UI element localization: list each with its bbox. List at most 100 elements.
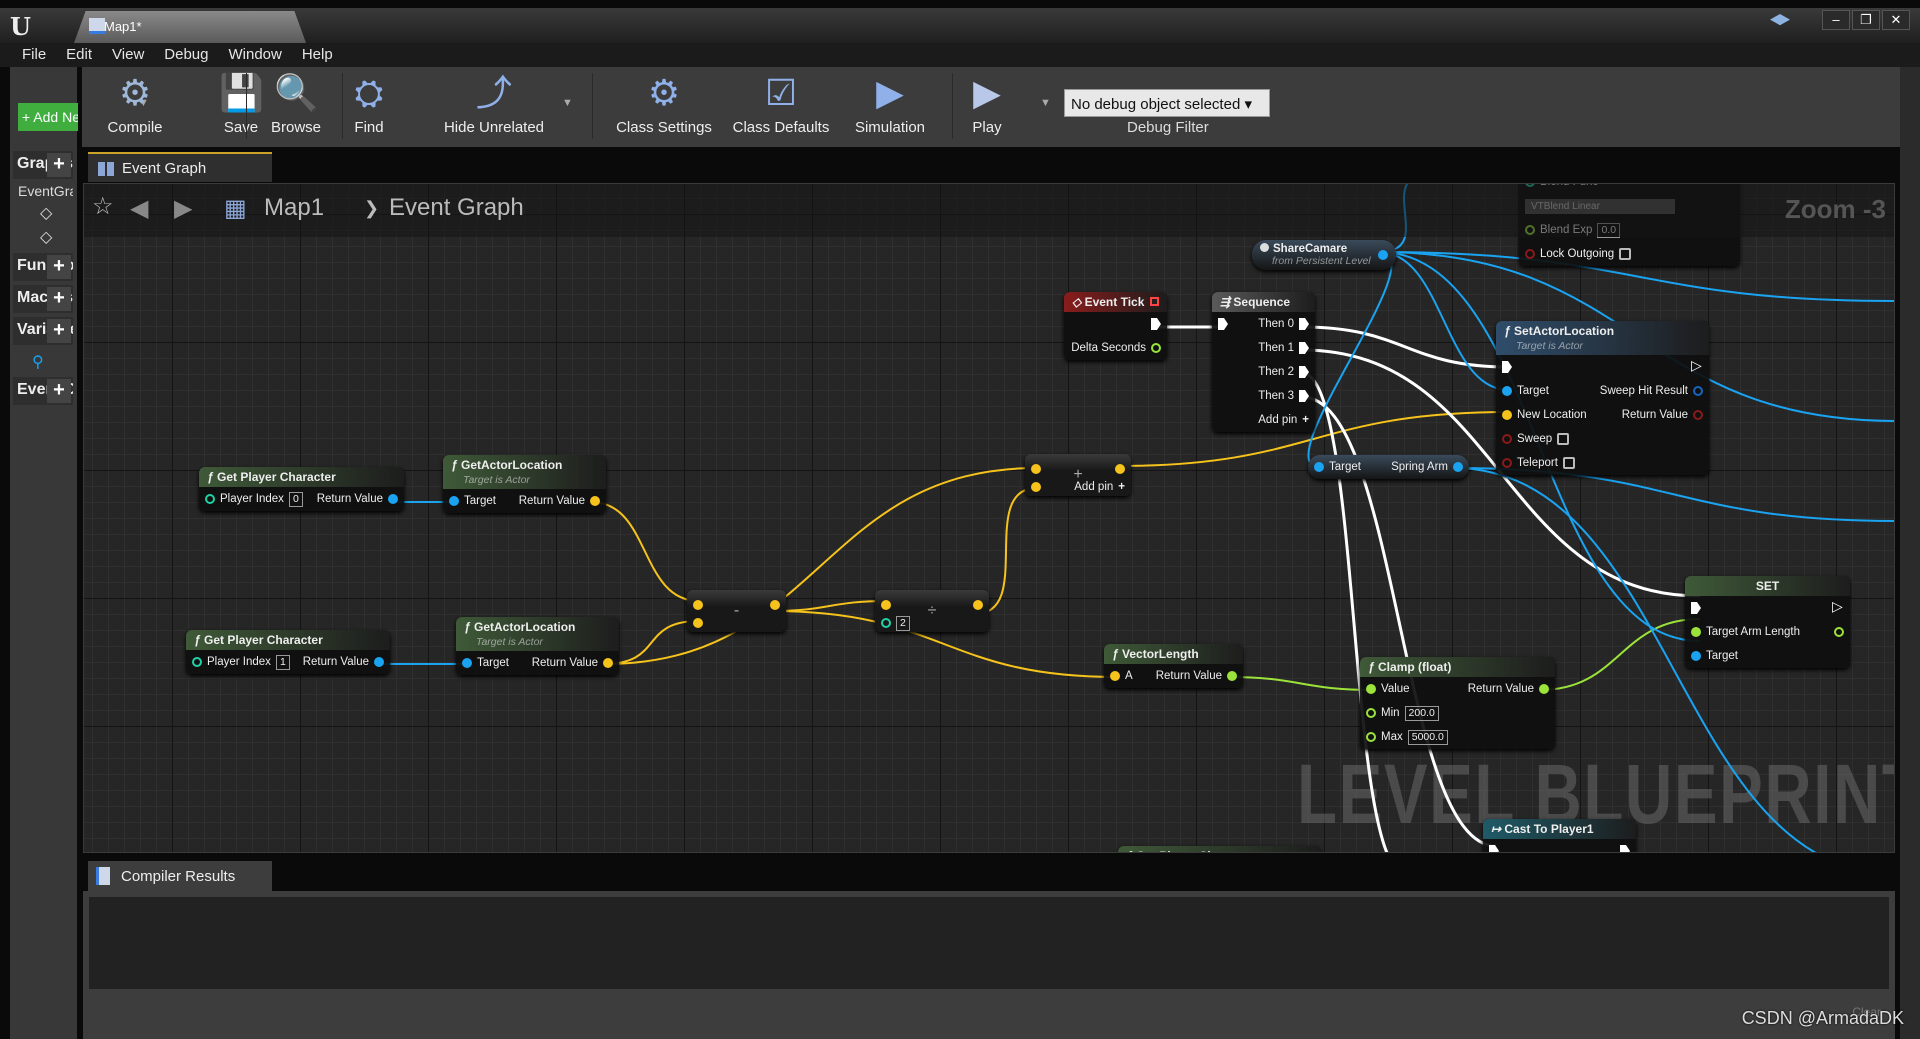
add-variable-icon[interactable]: + [47, 319, 71, 343]
float-pin[interactable] [1366, 684, 1376, 694]
object-pin[interactable] [1314, 462, 1324, 472]
section-variables[interactable]: Variables+ [13, 317, 73, 345]
clamp-float-node[interactable]: ƒ Clamp (float) Value Return Value Min 200.0… [1360, 657, 1555, 749]
hide-unrelated-button[interactable]: ⤴ Hide Unrelated [439, 71, 549, 136]
vector-wire[interactable] [590, 501, 700, 602]
object-pin[interactable] [1453, 462, 1463, 472]
math-divide-node[interactable]: ÷ 2 [875, 590, 989, 632]
math-add-node[interactable]: + Add pin + [1025, 454, 1131, 496]
node-node[interactable]: Target Spring Arm [1308, 455, 1469, 479]
breadcrumb-root[interactable]: Map1 [264, 194, 324, 222]
menu-help[interactable]: Help [292, 43, 343, 67]
object-wire[interactable] [1307, 251, 1393, 469]
section-event-dispatchers[interactable]: Event Dispatchers+ [13, 377, 73, 405]
exec-pin[interactable] [1502, 361, 1512, 373]
back-arrow-icon[interactable]: ◀ [130, 194, 148, 223]
menu-file[interactable]: File [12, 43, 56, 67]
exec-pin[interactable] [1691, 357, 1703, 374]
sequence-node[interactable]: ⇶ Sequence Then 0 Then 1 Then 2 Then 3 Add pi… [1212, 292, 1315, 432]
add-function-icon[interactable]: + [47, 255, 71, 279]
variable-icon[interactable]: ⚲ [32, 352, 44, 372]
float-wire[interactable] [1539, 618, 1701, 691]
getactorlocation-node[interactable]: ƒ GetActorLocation Target is Actor Target R… [456, 617, 619, 675]
exec-wire[interactable] [1301, 371, 1406, 853]
exec-pin[interactable] [1299, 342, 1309, 354]
checkbox[interactable] [1557, 433, 1570, 445]
event-diamond-icon[interactable]: ◇ [40, 227, 52, 247]
float-pin[interactable] [1539, 684, 1549, 694]
dropdown-caret[interactable]: ▼ [562, 97, 573, 109]
value-input[interactable]: 200.0 [1404, 705, 1439, 721]
object-pin[interactable] [449, 496, 459, 506]
forward-arrow-icon[interactable]: ▶ [174, 194, 192, 223]
exec-pin[interactable] [1620, 845, 1630, 852]
value-input[interactable]: 1 [275, 654, 290, 670]
vector-wire[interactable] [770, 600, 889, 612]
menu-debug[interactable]: Debug [154, 43, 218, 67]
add-new-button[interactable]: + Add New [18, 103, 78, 131]
object-pin[interactable] [374, 657, 384, 667]
compile-button[interactable]: ⚙ Compile [100, 71, 170, 136]
tab-event-graph[interactable]: Event Graph [88, 152, 272, 182]
debug-object-select[interactable]: No debug object selected ▾ [1064, 89, 1270, 117]
vector-pin[interactable] [1502, 410, 1512, 420]
favorite-star-icon[interactable]: ☆ [92, 192, 114, 221]
exec-pin[interactable] [1832, 598, 1844, 615]
bool-pin[interactable] [1502, 458, 1512, 468]
vector-pin[interactable] [590, 496, 600, 506]
event-tick-node[interactable]: ◇ Event Tick Delta Seconds [1064, 292, 1167, 360]
tab-compiler-results[interactable]: Compiler Results [88, 861, 272, 891]
exec-pin[interactable] [1218, 318, 1228, 330]
save-button[interactable]: 💾 Save [211, 71, 271, 136]
exec-pin[interactable] [1691, 602, 1701, 614]
section-functions[interactable]: Functions+ [13, 253, 73, 281]
tutorial-cap-icon[interactable] [1770, 14, 1790, 26]
section-macros[interactable]: Macros + [13, 285, 73, 313]
graph-canvas[interactable]: ☆ ◀ ▶ ▦ Map1 ❯ Event Graph Zoom -3 LEVEL… [83, 183, 1895, 853]
simulation-button[interactable]: ▶ Simulation [850, 71, 930, 136]
float-pin[interactable] [1834, 627, 1844, 637]
value-input[interactable]: 5000.0 [1407, 729, 1448, 745]
vectorlength-node[interactable]: ƒ VectorLength A Return Value [1104, 644, 1243, 688]
add-dispatcher-icon[interactable]: + [47, 379, 71, 403]
object-pin[interactable] [1502, 386, 1512, 396]
exec-pin[interactable] [1299, 318, 1309, 330]
event-delegate-icon[interactable] [1150, 297, 1159, 306]
object-pin[interactable] [1691, 651, 1701, 661]
add-pin-icon[interactable]: + [1302, 414, 1309, 426]
int-pin[interactable] [205, 494, 215, 504]
menu-view[interactable]: View [102, 43, 154, 67]
int-pin[interactable] [192, 657, 202, 667]
setactorlocation-node[interactable]: ƒ SetActorLocation Target is Actor Target S… [1496, 321, 1709, 475]
exec-pin[interactable] [1299, 366, 1309, 378]
object-pin[interactable] [388, 494, 398, 504]
exec-wire[interactable] [1301, 325, 1510, 369]
float-pin[interactable] [1151, 343, 1161, 353]
float-pin[interactable] [1366, 732, 1376, 742]
float-pin[interactable] [1227, 671, 1237, 681]
play-button[interactable]: ▶ Play [962, 71, 1012, 136]
struct-pin[interactable] [1693, 386, 1703, 396]
class-settings-button[interactable]: ⚙ Class Settings [609, 71, 719, 136]
set-node[interactable]: SET Target Arm Length Target [1685, 576, 1850, 668]
add-macro-icon[interactable]: + [47, 287, 71, 311]
vector-wire[interactable] [603, 467, 1038, 665]
object-pin[interactable] [1378, 250, 1388, 260]
event-diamond-icon[interactable]: ◇ [40, 203, 52, 223]
checkbox[interactable] [1619, 248, 1632, 260]
vector-pin[interactable] [603, 658, 613, 668]
document-tab[interactable]: Map1* × [74, 11, 306, 43]
getactorlocation-node[interactable]: ƒ GetActorLocation Target is Actor Target R… [443, 455, 606, 513]
menu-edit[interactable]: Edit [56, 43, 102, 67]
restore-button[interactable]: ❐ [1852, 10, 1880, 30]
vector-pin[interactable] [1110, 671, 1120, 681]
minimize-button[interactable]: – [1822, 10, 1850, 30]
object-wire[interactable] [1378, 251, 1510, 391]
get-player-character-node[interactable]: ƒ Get Player Character Player Index 1 Retur… [186, 630, 390, 674]
add-graph-icon[interactable]: + [47, 153, 71, 177]
bool-pin[interactable] [1693, 410, 1703, 420]
checkbox[interactable] [1562, 457, 1575, 469]
exec-pin[interactable] [1299, 390, 1309, 402]
menu-window[interactable]: Window [218, 43, 291, 67]
float-pin[interactable] [1691, 627, 1701, 637]
